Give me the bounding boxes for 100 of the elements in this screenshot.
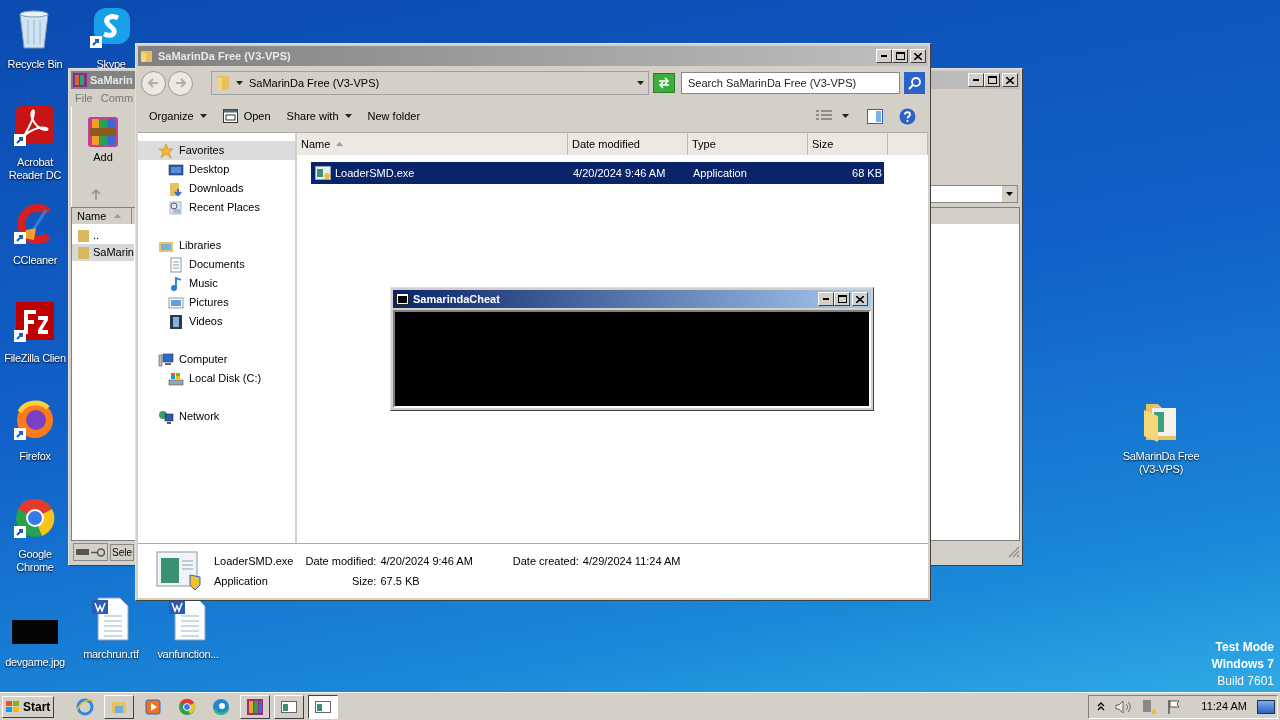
caret-icon [344,114,352,118]
folder-icon [140,49,154,63]
desktop-icon-label[interactable]: Firefox [19,450,51,463]
help-button[interactable] [899,107,916,125]
close-button[interactable] [852,292,868,306]
preview-pane-icon [867,108,883,124]
column-header[interactable]: Name [72,208,132,224]
file-name: LoaderSMD.exe [335,165,415,181]
address-bar[interactable]: SaMarinDa Free (V3-VPS) [211,71,650,95]
search-field[interactable]: Search SaMarinDa Free (V3-VPS) [681,72,901,94]
sort-arrow-icon [336,142,344,146]
clock[interactable]: 11:24 AM [1201,698,1247,715]
desktop-icon-label[interactable]: marchrun.rtf [83,648,139,661]
os-notice-text: Windows 7 [1211,656,1274,673]
nav-item[interactable]: Recent Places [138,198,295,217]
up-arrow-icon [91,188,101,200]
caret-icon [236,81,243,85]
desktop-icon-label[interactable]: devgame.jpg [5,656,65,669]
windows-logo-icon [5,699,21,714]
refresh-button[interactable] [653,73,675,93]
archive-icon [86,115,120,149]
status-text: Sele [110,543,134,561]
nav-item[interactable]: Downloads [138,179,295,198]
column-header[interactable]: Size [808,133,888,155]
column-header[interactable]: Date modified [568,133,688,155]
maximize-icon [837,295,847,303]
path-combobox[interactable] [930,185,1018,203]
flag-icon[interactable] [1167,699,1182,714]
dropdown-caret-icon [1006,192,1013,196]
file-row[interactable]: .. [72,227,134,244]
key-icon [91,547,105,557]
close-button[interactable] [910,49,926,63]
maximize-button[interactable] [984,73,1000,87]
maximize-button[interactable] [834,292,850,306]
close-button[interactable] [1002,73,1018,87]
desktop-icon-label[interactable]: SaMarinDa Free (V3-VPS) [1122,450,1200,476]
close-icon [1006,76,1014,84]
chevron-up-icon[interactable] [1097,702,1106,711]
desktop-icon-label[interactable]: Google Chrome [1,548,69,574]
minimize-button[interactable] [968,73,984,87]
search-icon [907,76,922,90]
preview-pane-button[interactable] [867,108,883,124]
nav-item[interactable]: Local Disk (C:) [138,369,295,388]
console-icon [396,293,409,305]
nav-item[interactable]: Desktop [138,160,295,179]
taskbar-button[interactable] [308,694,338,719]
speaker-icon[interactable] [1115,699,1132,714]
property-label: Size: [350,574,377,589]
nav-item[interactable]: Favorites [138,141,295,160]
toolbar-button[interactable]: Organize [142,104,214,128]
maximize-button[interactable] [892,49,908,63]
nav-item[interactable]: Computer [138,350,295,369]
window-icon [222,109,238,123]
music-note-icon [168,275,184,292]
caret-icon [199,114,207,118]
toolbar-button[interactable]: Open [215,104,278,128]
nav-item[interactable]: Pictures [138,293,295,312]
minimize-icon [823,298,829,300]
toolbar-button[interactable]: Share with [279,104,359,128]
back-arrow-icon [148,78,159,88]
table-cell-text: Application [692,165,748,181]
column-header[interactable]: Type [688,133,808,155]
property-value: 4/20/2024 9:46 AM [380,553,473,569]
desktop-icon-label[interactable]: Recycle Bin [7,58,63,71]
nav-item[interactable]: Network [138,407,295,426]
nav-item[interactable]: Documents [138,255,295,274]
minimize-icon [973,79,979,81]
desktop-icon-label[interactable]: CCleaner [12,254,58,267]
nav-item[interactable]: Videos [138,312,295,331]
start-button[interactable]: Start [2,695,54,718]
column-header[interactable]: Name [297,133,568,155]
minimize-button[interactable] [876,49,892,63]
search-button[interactable] [904,72,925,94]
resize-grip-icon [1008,546,1020,558]
toolbar-button[interactable]: New folder [360,104,428,128]
desktop-icon-label[interactable]: FileZilla Clien [4,352,66,365]
file-row[interactable]: SaMarin [72,244,134,261]
star-icon [158,142,174,159]
file-row[interactable]: LoaderSMD.exe 4/20/2024 9:46 AM Application 68 KB [311,162,884,184]
add-button[interactable]: Add [86,115,120,166]
minimize-icon [881,55,887,57]
nav-item[interactable]: Music [138,274,295,293]
minimize-button[interactable] [818,292,834,306]
nav-item[interactable]: Libraries [138,236,295,255]
folder-icon [78,245,90,260]
close-icon [856,295,864,303]
desktop-icon-label[interactable]: Acrobat Reader DC [1,156,69,182]
show-desktop-button[interactable] [1257,699,1275,714]
dropdown-caret-icon [637,81,645,85]
list-view-icon [816,110,832,122]
refresh-icon [657,77,672,89]
desktop-icon-label[interactable]: vanfunction... [157,648,219,661]
window-title: SaMarinDa Free (V3-VPS) [158,48,291,64]
view-button[interactable] [816,110,849,122]
archive-icon [73,73,87,87]
table-cell-text: 68 KB [851,165,883,181]
table-cell-text: 4/20/2024 9:46 AM [572,165,667,181]
folder-icon [78,228,90,243]
caret-icon [842,114,849,118]
help-icon [899,107,916,125]
